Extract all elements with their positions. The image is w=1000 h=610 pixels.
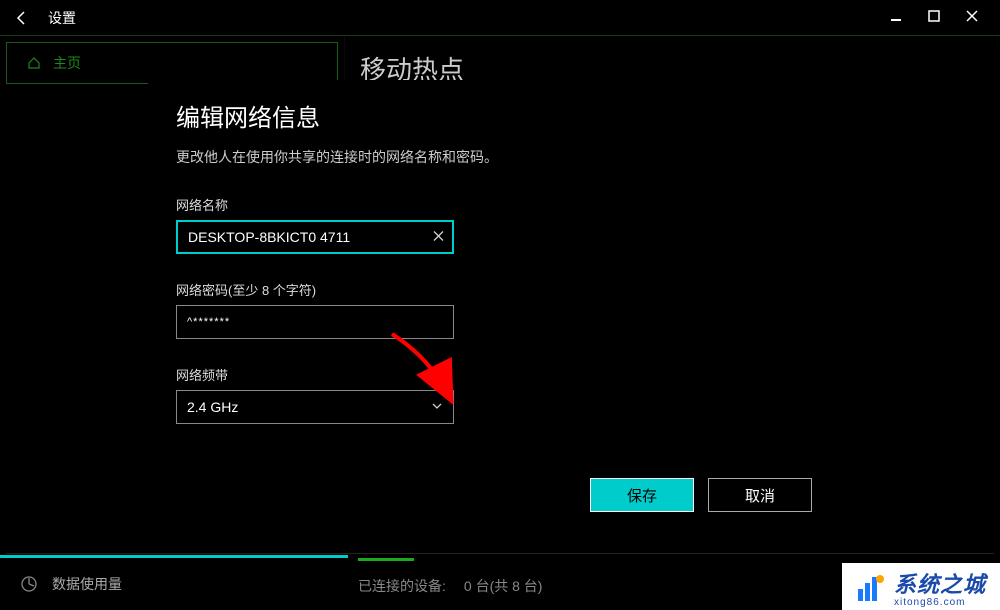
accent-underline <box>358 558 414 561</box>
network-name-label: 网络名称 <box>176 195 820 214</box>
dialog-title: 编辑网络信息 <box>176 98 820 133</box>
minimize-icon <box>890 10 902 22</box>
network-password-value: ^******* <box>187 316 230 328</box>
connected-value: 0 台(共 8 台) <box>464 576 543 596</box>
network-password-input[interactable]: ^******* <box>176 305 454 339</box>
save-label: 保存 <box>627 485 657 506</box>
connected-devices-row: 已连接的设备: 0 台(共 8 台) <box>358 576 542 596</box>
dialog-description: 更改他人在使用你共享的连接时的网络名称和密码。 <box>176 147 820 167</box>
back-button[interactable] <box>8 4 36 32</box>
minimize-button[interactable] <box>890 10 902 25</box>
network-password-label: 网络密码(至少 8 个字符) <box>176 280 820 299</box>
sidebar-item-home[interactable]: 主页 <box>6 42 338 84</box>
chevron-down-icon <box>431 399 443 415</box>
close-button[interactable] <box>966 10 978 25</box>
network-name-value: DESKTOP-8BKICT0 4711 <box>188 229 350 245</box>
data-usage-icon <box>20 575 38 593</box>
close-icon <box>966 10 978 22</box>
network-band-value: 2.4 GHz <box>187 399 238 415</box>
watermark-text: 系统之城 xitong86.com <box>894 567 986 608</box>
network-band-select[interactable]: 2.4 GHz <box>176 390 454 424</box>
watermark: 系统之城 xitong86.com <box>842 563 1000 610</box>
sidebar-home-label: 主页 <box>53 53 81 73</box>
network-name-field: 网络名称 DESKTOP-8BKICT0 4711 <box>176 195 820 254</box>
save-button[interactable]: 保存 <box>590 478 694 512</box>
home-icon <box>27 56 41 70</box>
x-icon <box>433 231 444 242</box>
network-password-field: 网络密码(至少 8 个字符) ^******* <box>176 280 820 339</box>
watermark-brand: 系统之城 <box>894 567 986 599</box>
connected-label: 已连接的设备: <box>358 576 446 596</box>
arrow-left-icon <box>14 10 30 26</box>
window-title: 设置 <box>48 8 76 28</box>
sidebar-item-data-usage[interactable]: 数据使用量 <box>0 555 348 610</box>
edit-network-dialog: 编辑网络信息 更改他人在使用你共享的连接时的网络名称和密码。 网络名称 DESK… <box>148 80 848 530</box>
network-band-label: 网络频带 <box>176 365 820 384</box>
clear-input-button[interactable] <box>433 230 444 245</box>
network-band-field: 网络频带 2.4 GHz <box>176 365 820 424</box>
titlebar: 设置 <box>0 0 1000 36</box>
watermark-logo-icon <box>856 573 886 603</box>
dialog-buttons: 保存 取消 <box>176 478 820 512</box>
cancel-label: 取消 <box>745 485 775 506</box>
maximize-button[interactable] <box>928 10 940 25</box>
network-name-input[interactable]: DESKTOP-8BKICT0 4711 <box>176 220 454 254</box>
bottom-divider <box>6 553 994 554</box>
maximize-icon <box>928 10 940 22</box>
cancel-button[interactable]: 取消 <box>708 478 812 512</box>
data-usage-label: 数据使用量 <box>52 574 122 594</box>
window-controls <box>890 10 992 25</box>
